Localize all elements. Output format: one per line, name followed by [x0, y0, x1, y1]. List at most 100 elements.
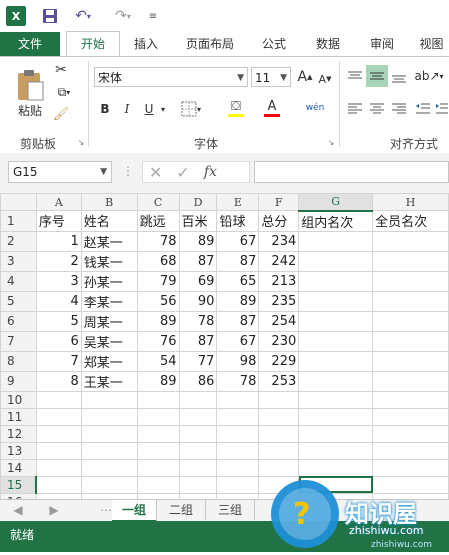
cell[interactable]: 78 — [178, 310, 218, 332]
cell[interactable]: 69 — [178, 270, 218, 292]
row-header[interactable]: 4 — [0, 270, 37, 292]
cell[interactable]: 253 — [258, 370, 300, 392]
save-icon[interactable] — [40, 6, 60, 26]
tab-data[interactable]: 数据 — [308, 32, 348, 56]
cell[interactable] — [216, 458, 260, 477]
cell[interactable]: 7 — [35, 350, 82, 372]
row-header[interactable]: 3 — [0, 250, 37, 272]
sheet-tab-1[interactable]: 一组 — [112, 500, 157, 522]
cell[interactable] — [372, 370, 449, 392]
cell[interactable] — [372, 350, 449, 372]
cell[interactable]: 86 — [178, 370, 218, 392]
undo-icon[interactable]: ↶ ▾ — [70, 6, 96, 26]
sheet-tab-3[interactable]: 三组 — [206, 500, 255, 520]
cell[interactable] — [258, 407, 300, 426]
row-header[interactable]: 13 — [0, 441, 37, 460]
cell[interactable]: 87 — [178, 250, 218, 272]
font-size-select[interactable]: 11 ▼ — [251, 67, 291, 87]
cell[interactable] — [136, 475, 180, 494]
cell[interactable]: 总分 — [258, 210, 300, 232]
cell[interactable] — [258, 441, 300, 460]
cell[interactable]: 65 — [216, 270, 260, 292]
cell[interactable] — [136, 390, 180, 409]
cell[interactable]: 1 — [35, 230, 82, 252]
cell[interactable] — [35, 407, 82, 426]
cell[interactable] — [372, 441, 449, 460]
cell[interactable]: 8 — [35, 370, 82, 392]
cell[interactable] — [80, 390, 138, 409]
name-box[interactable]: G15 ▼ — [8, 161, 112, 183]
cell[interactable] — [298, 441, 374, 460]
row-header[interactable]: 7 — [0, 330, 37, 352]
cell[interactable] — [372, 270, 449, 292]
cell[interactable] — [298, 270, 374, 292]
cell[interactable]: 54 — [136, 350, 180, 372]
cell[interactable] — [80, 458, 138, 477]
cell[interactable]: 76 — [136, 330, 180, 352]
row-header[interactable]: 14 — [0, 458, 37, 477]
orientation-icon[interactable]: ab↗ ▾ — [414, 65, 444, 87]
tab-file[interactable]: 文件 — [0, 32, 60, 56]
dialog-launcher-icon[interactable]: ↘ — [76, 137, 86, 147]
column-header[interactable]: E — [216, 193, 260, 211]
dialog-launcher-icon[interactable]: ↘ — [326, 137, 336, 147]
cell[interactable] — [298, 230, 374, 252]
cell[interactable] — [136, 407, 180, 426]
cell[interactable] — [372, 424, 449, 443]
cell[interactable] — [298, 330, 374, 352]
cell[interactable]: 序号 — [35, 210, 82, 232]
chevron-down-icon[interactable]: ▾ — [158, 99, 168, 119]
cell[interactable]: 全员名次 — [372, 210, 449, 232]
cell[interactable] — [136, 458, 180, 477]
cell[interactable]: 钱某一 — [80, 250, 138, 272]
cell[interactable] — [372, 330, 449, 352]
cell[interactable] — [35, 390, 82, 409]
cell[interactable] — [372, 310, 449, 332]
column-header[interactable]: C — [136, 193, 180, 211]
increase-indent-icon[interactable] — [434, 99, 449, 119]
cell[interactable] — [372, 407, 449, 426]
fill-color-button[interactable]: ⛋ — [222, 97, 250, 119]
row-header[interactable]: 5 — [0, 290, 37, 312]
cell[interactable] — [216, 390, 260, 409]
cell[interactable]: 79 — [136, 270, 180, 292]
row-header[interactable]: 8 — [0, 350, 37, 372]
cut-icon[interactable]: ✂ — [52, 61, 70, 79]
cell[interactable]: 5 — [35, 310, 82, 332]
scroll-right-icon[interactable]: ▶ — [40, 500, 68, 520]
cell[interactable]: 3 — [35, 270, 82, 292]
paste-button[interactable]: 粘贴 — [10, 63, 50, 123]
more-sheets-icon[interactable]: ⋯ — [100, 500, 112, 520]
cell[interactable] — [258, 390, 300, 409]
cell[interactable]: 67 — [216, 230, 260, 252]
borders-icon[interactable]: ▾ — [176, 99, 206, 119]
cell[interactable] — [298, 407, 374, 426]
cell[interactable] — [35, 458, 82, 477]
grow-font-button[interactable]: A ▲ — [296, 67, 314, 87]
row-header[interactable]: 11 — [0, 407, 37, 426]
cell[interactable] — [178, 424, 218, 443]
cell[interactable]: 67 — [216, 330, 260, 352]
cell[interactable] — [35, 441, 82, 460]
cell[interactable] — [80, 407, 138, 426]
cell[interactable]: 213 — [258, 270, 300, 292]
cell[interactable] — [216, 475, 260, 494]
cell[interactable] — [35, 424, 82, 443]
cell[interactable] — [372, 290, 449, 312]
cell[interactable]: 87 — [216, 250, 260, 272]
cell[interactable] — [216, 424, 260, 443]
phonetic-guide-button[interactable]: wén — [300, 95, 330, 121]
cell[interactable]: 235 — [258, 290, 300, 312]
cell[interactable] — [372, 250, 449, 272]
font-name-select[interactable]: 宋体 ▼ — [94, 67, 248, 87]
cell[interactable] — [372, 390, 449, 409]
cell[interactable]: 229 — [258, 350, 300, 372]
cell[interactable]: 郑某一 — [80, 350, 138, 372]
cell[interactable] — [80, 441, 138, 460]
cell[interactable]: 254 — [258, 310, 300, 332]
decrease-indent-icon[interactable] — [414, 99, 432, 119]
cell[interactable]: 78 — [136, 230, 180, 252]
cell[interactable]: 组内名次 — [298, 210, 374, 232]
tab-view[interactable]: 视图 — [414, 32, 449, 56]
cell[interactable]: 吴某一 — [80, 330, 138, 352]
